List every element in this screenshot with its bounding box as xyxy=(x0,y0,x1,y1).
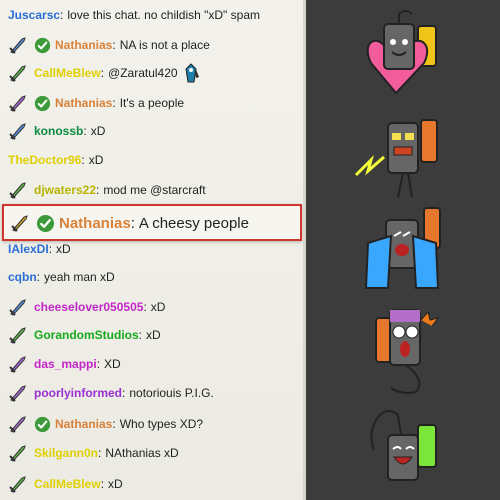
username-colon: : xyxy=(143,300,147,314)
chat-username[interactable]: CallMeBlew xyxy=(34,477,101,491)
verified-check-icon xyxy=(34,95,51,112)
sword-badge-icon xyxy=(10,213,30,233)
chat-username[interactable]: cheeselover050505 xyxy=(34,300,143,314)
username-colon: : xyxy=(138,328,143,342)
chat-message: Nathanias: NA is not a place xyxy=(8,33,210,57)
chat-username[interactable]: Nathanias xyxy=(55,96,112,110)
chat-username[interactable]: Nathanias xyxy=(55,38,112,52)
chat-message-text: @Zaratul420 xyxy=(108,66,178,80)
username-colon: : xyxy=(83,124,87,138)
chat-message-text: xD xyxy=(150,300,166,314)
chat-message: Juscarsc: love this chat. no childish "xD… xyxy=(8,3,260,27)
chat-username[interactable]: konossb xyxy=(34,124,83,138)
chat-username[interactable]: das_mappi xyxy=(34,357,97,371)
sticker-panel xyxy=(306,0,500,500)
chat-message-text: mod me @starcraft xyxy=(103,183,206,197)
verified-check-icon xyxy=(34,37,51,54)
green-sword-icon xyxy=(8,63,28,83)
chat-message: CallMeBlew: @Zaratul420 xyxy=(8,61,200,85)
sticker-battery-crying[interactable] xyxy=(346,198,456,298)
sticker-battery-laughing[interactable] xyxy=(346,395,456,495)
chat-message-text: XD xyxy=(104,357,121,371)
chat-message-text: xD xyxy=(88,153,104,167)
username-colon: : xyxy=(100,477,105,491)
verified-check-icon xyxy=(34,416,51,433)
highlight-text: A cheesy people xyxy=(138,214,249,232)
highlight-username[interactable]: Nathanias xyxy=(59,215,131,232)
chat-panel: Juscarsc: love this chat. no childish "xD… xyxy=(0,0,306,500)
blue-sword-icon xyxy=(8,35,28,55)
chat-username[interactable]: djwaters22 xyxy=(34,183,96,197)
chat-message: cqbn: yeah man xD xyxy=(8,265,115,289)
username-colon: : xyxy=(112,38,116,52)
username-colon: : xyxy=(96,357,101,371)
chat-message: konossb: xD xyxy=(8,119,105,143)
chat-message: das_mappi: XD xyxy=(8,352,121,376)
green-sword-icon xyxy=(8,443,28,463)
green-sword-icon xyxy=(8,325,28,345)
sticker-battery-shocked[interactable] xyxy=(346,300,456,400)
username-colon: : xyxy=(36,270,41,284)
chat-message-text: xD xyxy=(90,124,106,138)
verified-check-icon xyxy=(36,214,55,233)
username-colon: : xyxy=(96,183,100,197)
chat-username[interactable]: GorandomStudios xyxy=(34,328,139,342)
username-colon: : xyxy=(122,386,126,400)
chat-username[interactable]: Juscarsc xyxy=(8,8,60,22)
chat-message: djwaters22: mod me @starcraft xyxy=(8,178,206,202)
chat-message-text: love this chat. no childish "xD" spam xyxy=(67,8,260,22)
purple-sword-icon xyxy=(8,383,28,403)
chat-message-text: It's a people xyxy=(119,96,185,110)
chat-message: poorlyinformed: notoriouis P.I.G. xyxy=(8,381,214,405)
green-sword-icon xyxy=(8,474,28,494)
username-colon: : xyxy=(81,153,85,167)
chat-username[interactable]: cqbn xyxy=(8,270,37,284)
blue-sword-icon xyxy=(8,297,28,317)
username-colon: : xyxy=(60,8,64,22)
emote-icon xyxy=(182,63,200,83)
sticker-battery-angry-sparks[interactable] xyxy=(346,105,456,205)
chat-message-text: xD xyxy=(56,242,71,256)
chat-username[interactable]: IAlexDI xyxy=(8,242,49,256)
username-colon: : xyxy=(112,96,116,110)
username-colon: : xyxy=(98,446,102,460)
chat-message-text: notoriouis P.I.G. xyxy=(129,386,214,400)
chat-message-text: xD xyxy=(108,477,123,491)
chat-username[interactable]: Nathanias xyxy=(55,417,112,431)
chat-message-text: Who types XD? xyxy=(119,417,204,431)
blue-sword-icon xyxy=(8,121,28,141)
chat-message: GorandomStudios: xD xyxy=(8,323,161,347)
sticker-battery-hugging-heart[interactable] xyxy=(346,8,456,108)
chat-username[interactable]: poorlyinformed xyxy=(34,386,122,400)
username-colon: : xyxy=(130,214,135,232)
chat-message: Nathanias: Who types XD? xyxy=(8,412,203,436)
username-colon: : xyxy=(112,417,116,431)
chat-message-text: xD xyxy=(146,328,161,342)
chat-message: Skilgann0n: NAthanias xD xyxy=(8,441,179,465)
chat-message: TheDoctor96: xD xyxy=(8,148,103,172)
chat-message-text: NA is not a place xyxy=(119,38,210,52)
chat-message: Nathanias: It's a people xyxy=(8,91,184,115)
chat-username[interactable]: CallMeBlew xyxy=(34,66,101,80)
purple-sword-icon xyxy=(8,414,28,434)
chat-message: CallMeBlew: xD xyxy=(8,472,123,496)
chat-username[interactable]: Skilgann0n xyxy=(34,446,98,460)
green-sword-icon xyxy=(8,180,28,200)
username-colon: : xyxy=(100,66,105,80)
highlighted-message: Nathanias: A cheesy people xyxy=(2,204,302,241)
chat-message-text: yeah man xD xyxy=(44,270,115,284)
chat-message: cheeselover050505: xD xyxy=(8,295,165,319)
purple-sword-icon xyxy=(8,93,28,113)
purple-sword-icon xyxy=(8,354,28,374)
chat-message-text: NAthanias xD xyxy=(105,446,179,460)
username-colon: : xyxy=(48,242,53,256)
chat-username[interactable]: TheDoctor96 xyxy=(8,153,81,167)
